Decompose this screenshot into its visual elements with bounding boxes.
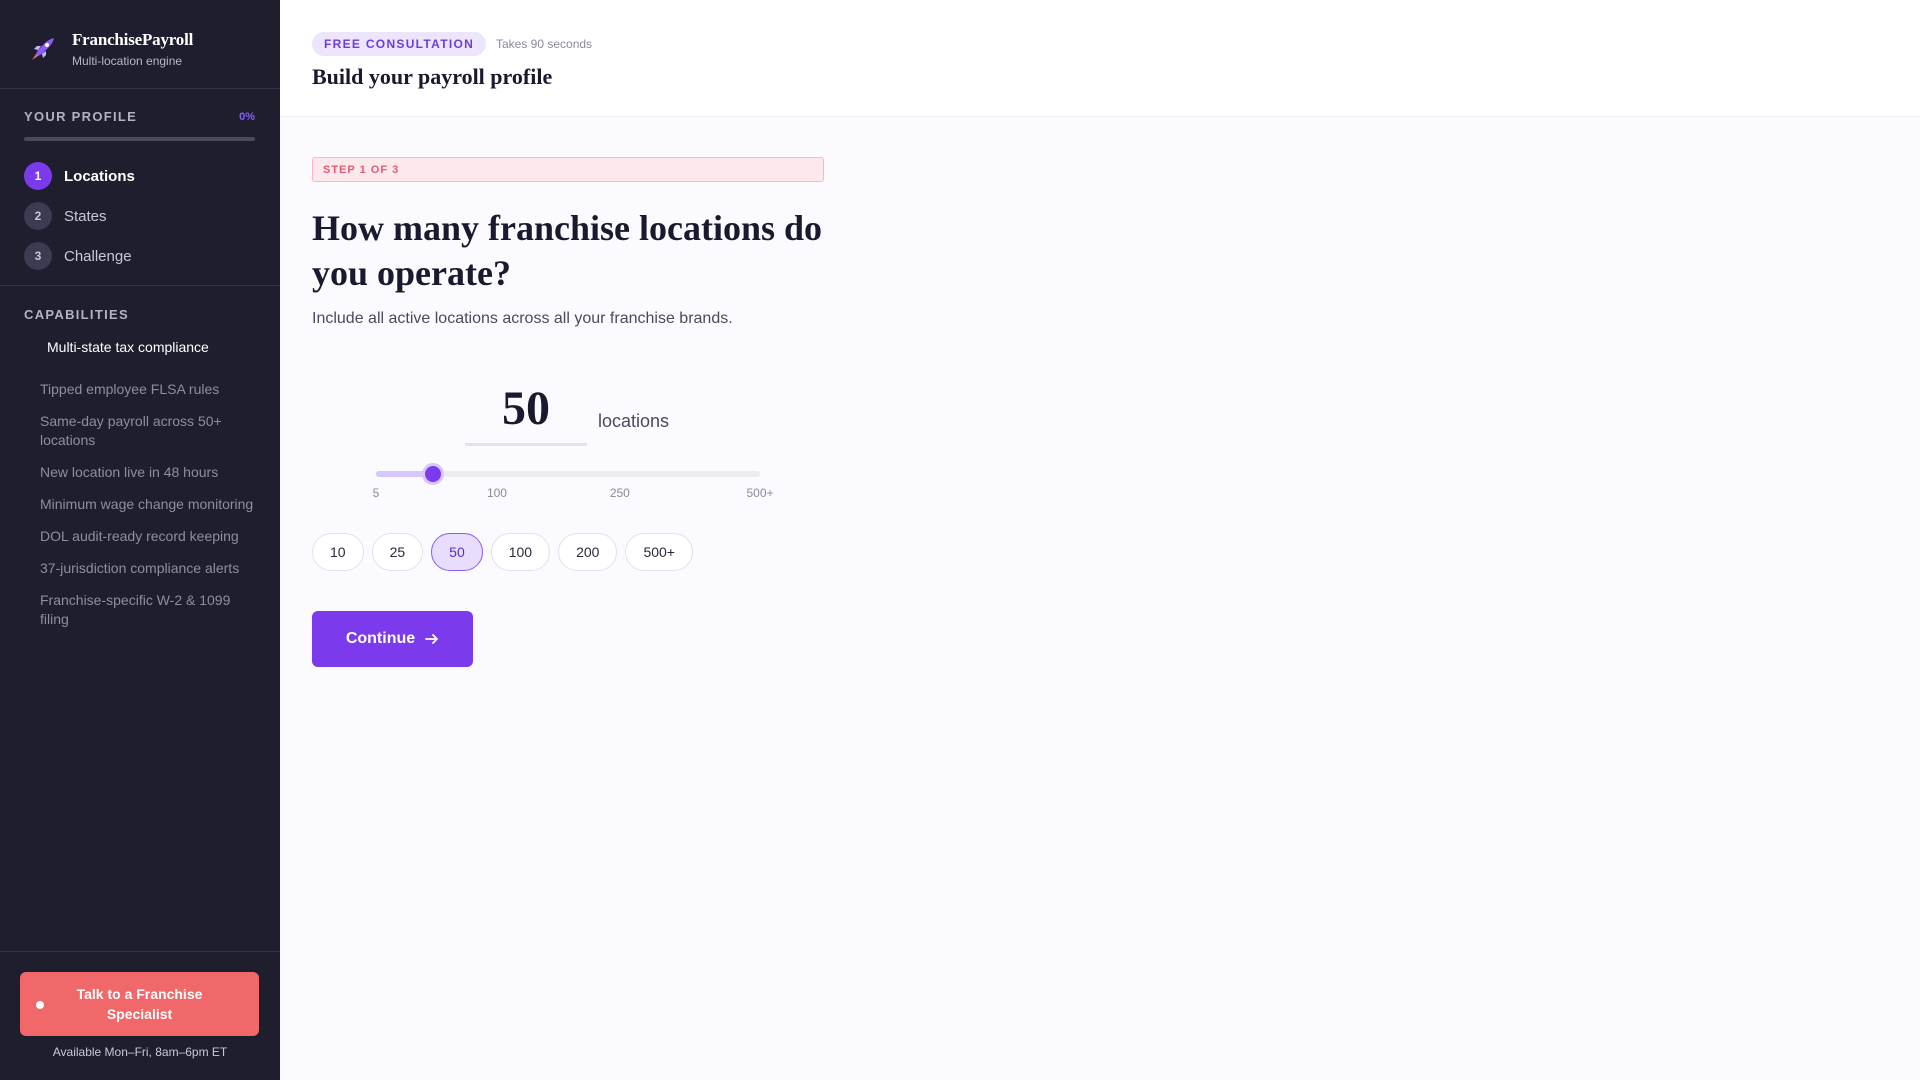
locations-unit: locations xyxy=(598,411,670,431)
arrow-right-icon xyxy=(425,634,439,644)
continue-button[interactable]: Continue xyxy=(312,611,473,667)
capability-item: Minimum wage change monitoring xyxy=(40,496,254,512)
divider xyxy=(0,951,280,952)
capability-item: Same-day payroll across 50+ locations xyxy=(40,413,222,448)
preset-chip-10[interactable]: 10 xyxy=(312,533,364,571)
availability-text: Available Mon–Fri, 8am–6pm ET xyxy=(52,1045,228,1059)
capability-item: Multi-state tax compliance xyxy=(47,339,209,355)
step-item-states[interactable]: 2 States xyxy=(24,196,135,236)
capabilities-label: CAPABILITIES xyxy=(24,307,129,322)
question-hint: Include all active locations across all … xyxy=(312,310,733,327)
page-header: FREE CONSULTATION Takes 90 seconds Build… xyxy=(280,0,1920,117)
slider-tick-label: 100 xyxy=(486,486,507,500)
step-list: 1 Locations 2 States 3 Challenge xyxy=(24,156,135,276)
locations-value-input[interactable]: 50 xyxy=(465,380,587,446)
preset-chip-100[interactable]: 100 xyxy=(490,533,551,571)
step-label: Challenge xyxy=(64,247,132,265)
profile-header: YOUR PROFILE 0% xyxy=(24,109,255,124)
slider-tick-label: 500+ xyxy=(746,486,774,500)
preset-chip-500-plus[interactable]: 500+ xyxy=(625,533,693,571)
brand-name: FranchisePayroll xyxy=(72,30,194,49)
step-item-challenge[interactable]: 3 Challenge xyxy=(24,236,135,276)
sidebar: FranchisePayroll Multi-location engine Y… xyxy=(0,0,280,1080)
consultation-badge: FREE CONSULTATION xyxy=(312,32,487,56)
profile-progress-bar xyxy=(24,137,255,141)
step-item-locations[interactable]: 1 Locations xyxy=(24,156,135,196)
capability-item: Tipped employee FLSA rules xyxy=(40,381,220,397)
capability-item: Franchise-specific W-2 & 1099 filing xyxy=(40,592,231,627)
profile-progress-text: 0% xyxy=(239,110,255,123)
duration-text: Takes 90 seconds xyxy=(496,37,593,51)
profile-label: YOUR PROFILE xyxy=(24,109,138,124)
capabilities-list: Multi-state tax compliance Tipped employe… xyxy=(40,338,255,629)
slider-thumb[interactable] xyxy=(422,463,445,485)
continue-label: Continue xyxy=(345,630,416,647)
slider-tick-label: 5 xyxy=(372,486,380,500)
page-title: Build your payroll profile xyxy=(312,64,553,89)
step-number: 1 xyxy=(24,162,52,190)
status-dot-icon xyxy=(36,1001,44,1009)
divider xyxy=(0,88,280,89)
step-indicator: STEP 1 OF 3 xyxy=(312,157,824,182)
slider-tick-label: 250 xyxy=(609,486,630,500)
brand-subtitle: Multi-location engine xyxy=(72,54,183,68)
locations-slider[interactable] xyxy=(376,463,760,485)
capability-item: DOL audit-ready record keeping xyxy=(40,528,239,544)
step-label: States xyxy=(64,207,107,225)
capability-item: New location live in 48 hours xyxy=(40,464,219,480)
divider xyxy=(0,285,280,286)
preset-chip-50[interactable]: 50 xyxy=(431,533,483,571)
step-number: 3 xyxy=(24,242,52,270)
preset-chip-200[interactable]: 200 xyxy=(558,533,618,571)
step-number: 2 xyxy=(24,202,52,230)
cta-label: Talk to a Franchise Specialist xyxy=(76,986,203,1022)
preset-chips: 10 25 50 100 200 500+ xyxy=(312,533,693,571)
capability-item: 37-jurisdiction compliance alerts xyxy=(40,560,240,576)
rocket-icon xyxy=(32,38,54,60)
talk-to-specialist-button[interactable]: Talk to a Franchise Specialist xyxy=(20,972,259,1036)
step-label: Locations xyxy=(64,167,135,185)
brand[interactable]: FranchisePayroll Multi-location engine xyxy=(28,30,193,68)
question-title: How many franchise locations do you oper… xyxy=(312,208,823,293)
preset-chip-25[interactable]: 25 xyxy=(371,533,424,571)
